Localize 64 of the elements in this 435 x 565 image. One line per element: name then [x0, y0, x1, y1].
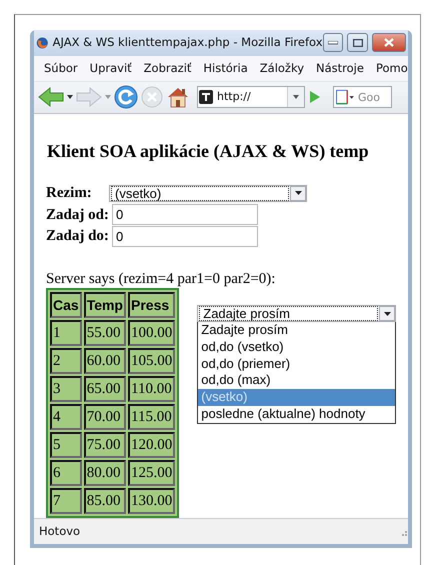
table-cell: 85.00: [84, 488, 126, 514]
menu-item[interactable]: Záložky: [254, 58, 310, 80]
table-cell: 3: [50, 376, 82, 402]
maximize-button[interactable]: [347, 33, 368, 52]
option-select[interactable]: Zadajte prosím: [197, 305, 396, 322]
table-cell: 115.00: [128, 404, 176, 430]
back-arrow-icon[interactable]: [38, 86, 64, 108]
dropdown-option[interactable]: posledne (aktualne) hodnoty: [198, 406, 395, 423]
table-cell: 7: [50, 488, 82, 514]
page-heading: Klient SOA aplikácie (AJAX & WS) temp: [47, 140, 370, 163]
table-cell: 125.00: [128, 460, 176, 486]
dropdown-option[interactable]: od,do (max): [198, 372, 395, 390]
status-text: Hotovo: [39, 522, 80, 540]
caret-icon: [384, 312, 390, 316]
close-icon: [384, 38, 394, 48]
dropdown-option[interactable]: Zadajte prosím: [198, 322, 395, 339]
table-cell: 60.00: [84, 348, 126, 374]
field-label: Zadaj od:: [46, 206, 109, 224]
column-header: Temp: [84, 292, 126, 318]
menu-item[interactable]: Nástroje: [310, 58, 370, 80]
table-cell: 100.00: [128, 320, 176, 346]
text-input[interactable]: 0: [112, 204, 258, 226]
table-cell: 120.00: [128, 432, 176, 458]
caret-icon[interactable]: [67, 95, 73, 100]
firefox-icon: [36, 34, 49, 51]
table-cell: 6: [50, 460, 82, 486]
dropdown-option[interactable]: od,do (vsetko): [198, 338, 395, 356]
field-label: Rezim:: [46, 184, 93, 203]
home-icon[interactable]: [166, 85, 190, 110]
menu-item[interactable]: Upraviť: [84, 58, 138, 80]
address-field[interactable]: http://: [197, 86, 305, 108]
table-cell: 70.00: [84, 404, 126, 430]
column-header: Cas: [50, 292, 82, 318]
site-icon: [198, 89, 214, 106]
menu-item[interactable]: História: [197, 58, 254, 80]
table-cell: 55.00: [84, 320, 126, 346]
menu-item[interactable]: Súbor: [38, 58, 84, 80]
field-label: Zadaj do:: [46, 227, 109, 246]
column-header: Press: [128, 292, 176, 318]
dropdown-option[interactable]: od,do (priemer): [198, 356, 395, 372]
maximize-icon: [352, 38, 363, 47]
url-dropdown-button[interactable]: [287, 87, 304, 108]
table-cell: 130.00: [128, 488, 176, 514]
table-cell: 75.00: [84, 432, 126, 458]
minimize-button[interactable]: [322, 33, 344, 52]
caret-icon: [294, 191, 302, 196]
close-button[interactable]: [372, 33, 406, 52]
table-cell: 65.00: [84, 376, 126, 402]
reload-icon[interactable]: [114, 85, 138, 110]
caret-icon: [293, 95, 299, 100]
table-cell: 80.00: [84, 460, 126, 486]
minimize-icon: [328, 40, 338, 45]
table-cell: 1: [50, 320, 82, 346]
server-message: Server says (rezim=4 par1=0 par2=0):: [46, 271, 276, 288]
menu-item[interactable]: Pomo: [370, 58, 408, 80]
table-cell: 110.00: [128, 376, 176, 402]
table-cell: 105.00: [128, 348, 176, 374]
table-cell: 5: [50, 432, 82, 458]
text-input[interactable]: 0: [112, 226, 258, 247]
table-cell: 2: [50, 348, 82, 374]
mode-select[interactable]: (vsetko): [109, 184, 307, 202]
window-title: AJAX & WS klienttempajax.php - Mozilla Firefox: [52, 34, 322, 52]
table-cell: 4: [50, 404, 82, 430]
menu-item[interactable]: Zobraziť: [138, 58, 198, 80]
